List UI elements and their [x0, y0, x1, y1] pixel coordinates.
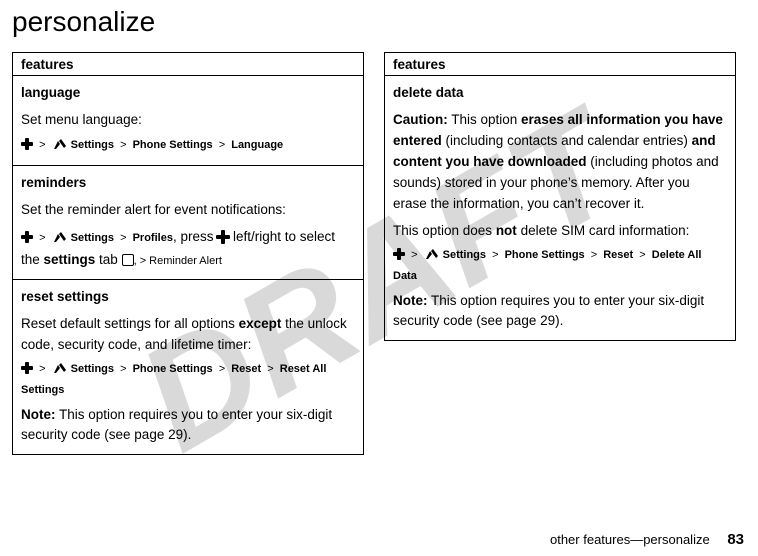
note-label: Note:	[21, 407, 56, 422]
nav-path: > Settings > Phone Settings > Reset > Re…	[21, 361, 355, 398]
center-key-icon	[21, 231, 33, 243]
center-key-icon	[21, 362, 33, 374]
footer: other features—personalize 83	[550, 531, 744, 548]
not: not	[496, 223, 517, 238]
text: delete SIM card information:	[517, 223, 690, 238]
text: (including contacts and calendar entries…	[442, 133, 692, 148]
tools-icon	[424, 247, 440, 267]
path-phone-settings: Phone Settings	[133, 363, 213, 375]
path-phone-settings: Phone Settings	[505, 249, 585, 261]
center-key-icon	[393, 248, 405, 260]
row-head: reminders	[21, 173, 355, 194]
tab-icon	[122, 254, 134, 266]
note-text: This option requires you to enter your s…	[21, 407, 332, 443]
nav-path: > Settings > Phone Settings > Language	[21, 137, 355, 157]
caution: Caution: This option erases all informat…	[393, 110, 727, 215]
text: , >	[134, 255, 150, 267]
row-head: delete data	[393, 83, 727, 104]
gt: >	[120, 232, 126, 244]
nav-key-icon	[217, 231, 229, 243]
gt: >	[39, 232, 45, 244]
columns: features language Set menu language: > S…	[0, 52, 758, 455]
caution-label: Caution:	[393, 112, 448, 127]
path-settings: Settings	[443, 249, 486, 261]
tools-icon	[52, 230, 68, 250]
note: Note: This option requires you to enter …	[393, 291, 727, 333]
gt: >	[267, 363, 273, 375]
path-settings: Settings	[71, 363, 114, 375]
row-head: reset settings	[21, 287, 355, 308]
left-box: features language Set menu language: > S…	[12, 52, 364, 455]
row-reminders: reminders Set the reminder alert for eve…	[13, 166, 363, 280]
footer-text: other features—personalize	[550, 532, 710, 547]
row-desc: Set menu language:	[21, 110, 355, 131]
row-language: language Set menu language: > Settings >…	[13, 76, 363, 166]
gt: >	[411, 249, 417, 261]
gt: >	[120, 363, 126, 375]
text: tab	[95, 252, 121, 267]
gt: >	[219, 139, 225, 151]
page-title: personalize	[12, 6, 758, 38]
path-settings: Settings	[71, 232, 114, 244]
note-label: Note:	[393, 293, 428, 308]
features-header-left: features	[13, 53, 363, 76]
gt: >	[39, 363, 45, 375]
row-reset-settings: reset settings Reset default settings fo…	[13, 280, 363, 455]
path-settings: Settings	[71, 139, 114, 151]
left-column: features language Set menu language: > S…	[12, 52, 364, 455]
row-delete-data: delete data Caution: This option erases …	[385, 76, 735, 340]
path-phone-settings: Phone Settings	[133, 139, 213, 151]
gt: >	[39, 139, 45, 151]
gt: >	[591, 249, 597, 261]
center-key-icon	[21, 138, 33, 150]
tools-icon	[52, 137, 68, 157]
gt: >	[492, 249, 498, 261]
tools-icon	[52, 361, 68, 381]
text: This option	[448, 112, 521, 127]
row-head: language	[21, 83, 355, 104]
path-language: Language	[231, 139, 283, 151]
except: except	[239, 316, 282, 331]
right-box: features delete data Caution: This optio…	[384, 52, 736, 341]
nav-path: > Settings > Profiles, press left/right …	[21, 227, 355, 271]
page-content: personalize features language Set menu l…	[0, 6, 758, 455]
gt: >	[120, 139, 126, 151]
note-text: This option requires you to enter your s…	[393, 293, 704, 329]
note: Note: This option requires you to enter …	[21, 405, 355, 447]
text: , press	[173, 229, 217, 244]
path-profiles: Profiles	[133, 232, 173, 244]
features-header-right: features	[385, 53, 735, 76]
path-reminder-alert: Reminder Alert	[149, 255, 222, 267]
path-reset: Reset	[603, 249, 633, 261]
row-desc: Set the reminder alert for event notific…	[21, 200, 355, 221]
path-reset: Reset	[231, 363, 261, 375]
desc: This option does not delete SIM card inf…	[393, 221, 727, 242]
row-desc: Reset default settings for all options e…	[21, 314, 355, 356]
gt: >	[639, 249, 645, 261]
settings-tab: settings	[44, 252, 96, 267]
gt: >	[219, 363, 225, 375]
right-column: features delete data Caution: This optio…	[384, 52, 736, 455]
nav-path: > Settings > Phone Settings > Reset > De…	[393, 247, 727, 284]
text: Reset default settings for all options	[21, 316, 239, 331]
page-number: 83	[727, 531, 744, 548]
text: This option does	[393, 223, 496, 238]
